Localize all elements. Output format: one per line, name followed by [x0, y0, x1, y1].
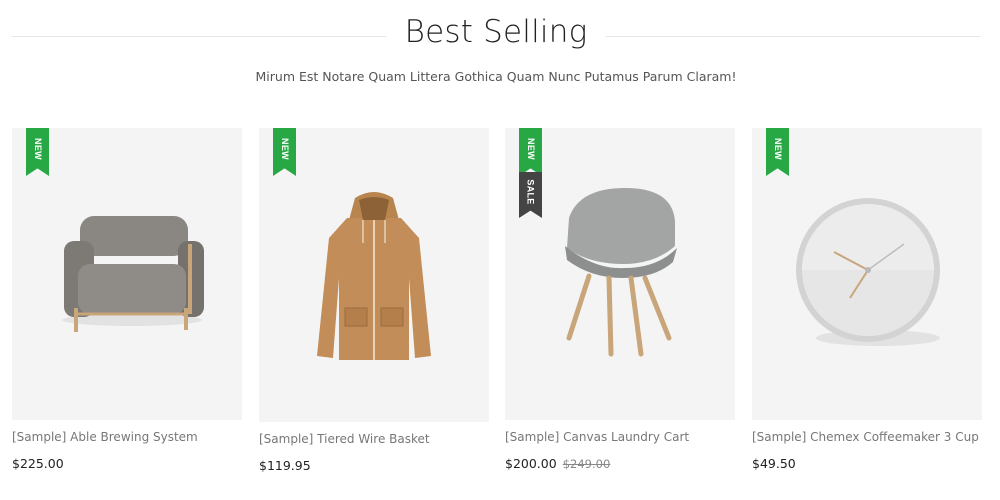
product-image-jacket[interactable]: NEW [259, 128, 489, 422]
product-price-row: $49.50 [752, 456, 982, 471]
product-price: $225.00 [12, 456, 64, 471]
product-card[interactable]: NEW [Sample] Tiered Wire Basket $119.95 [259, 128, 489, 473]
product-name[interactable]: [Sample] Tiered Wire Basket [259, 432, 489, 446]
section-header: Best Selling Mirum Est Notare Quam Litte… [0, 0, 1000, 100]
product-price-row: $225.00 [12, 456, 242, 471]
product-card[interactable]: NEW SALE [Sample] Canvas Laundry Cart $2… [505, 128, 735, 471]
product-name[interactable]: [Sample] Chemex Coffeemaker 3 Cup [752, 430, 982, 444]
product-old-price: $249.00 [562, 457, 611, 471]
product-image-chair[interactable]: NEW SALE [505, 128, 735, 420]
product-image-clock[interactable]: NEW [752, 128, 982, 420]
product-price: $200.00 [505, 456, 557, 471]
product-name[interactable]: [Sample] Able Brewing System [12, 430, 242, 444]
section-title: Best Selling [404, 14, 588, 50]
product-price-row: $119.95 [259, 458, 489, 473]
product-price: $119.95 [259, 458, 311, 473]
product-image-armchair[interactable]: NEW [12, 128, 242, 420]
product-card[interactable]: NEW [Sample] Chemex Coffeemaker 3 Cup $4… [752, 128, 982, 471]
product-card[interactable]: NEW [Sample] Able Brewing System $225.00 [12, 128, 242, 471]
product-price-row: $200.00 $249.00 [505, 456, 735, 471]
product-price: $49.50 [752, 456, 796, 471]
section-subtitle: Mirum Est Notare Quam Littera Gothica Qu… [255, 69, 737, 84]
product-name[interactable]: [Sample] Canvas Laundry Cart [505, 430, 735, 444]
